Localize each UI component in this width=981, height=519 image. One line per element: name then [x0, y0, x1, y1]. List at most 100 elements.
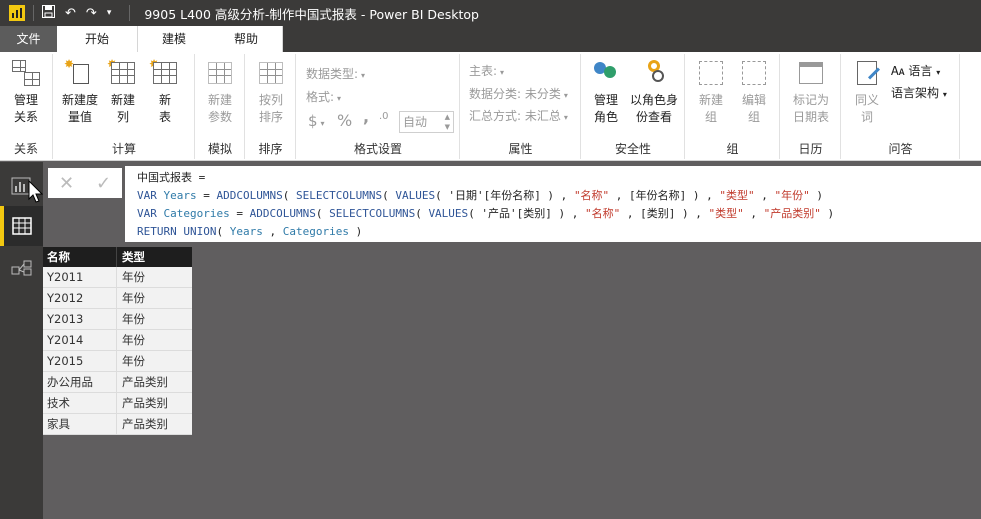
- cell-type[interactable]: 年份: [117, 351, 192, 371]
- chevron-down-icon: ▾: [337, 94, 342, 103]
- home-table-dropdown[interactable]: 主表: ▾: [469, 62, 504, 79]
- group-label: 模拟: [207, 142, 232, 156]
- data-view-button[interactable]: [0, 206, 43, 246]
- cell-type[interactable]: 产品类别: [117, 393, 192, 413]
- comma-button[interactable]: ,: [363, 107, 369, 126]
- table-row[interactable]: 技术 产品类别: [43, 393, 192, 414]
- cell-name[interactable]: 家具: [43, 414, 117, 434]
- chevron-down-icon: ▾: [500, 68, 505, 77]
- data-type-dropdown[interactable]: 数据类型: ▾: [306, 65, 365, 82]
- summarization-label: 汇总方式: 未汇总: [469, 109, 561, 123]
- cell-type[interactable]: 年份: [117, 330, 192, 350]
- new-table-button[interactable]: ✸ 新 表: [144, 58, 186, 126]
- group-relationships: 管理 关系 关系: [0, 54, 53, 159]
- synonyms-icon: [851, 58, 883, 88]
- group-label: 组: [726, 142, 739, 156]
- commit-icon[interactable]: ✓: [96, 173, 111, 194]
- group-calculations: ✸ 新建度 量值 ✸ 新建 列 ✸ 新 表 计算: [54, 54, 195, 159]
- mouse-cursor-icon: [28, 180, 44, 203]
- sort-by-column-button[interactable]: 按列 排序: [250, 58, 292, 126]
- decimal-button[interactable]: .0: [379, 111, 389, 122]
- chevron-down-icon: ▾: [361, 71, 366, 80]
- view-as-roles-button[interactable]: 以角色身 份查看: [627, 58, 681, 126]
- edit-group-button[interactable]: 编辑 组: [733, 58, 775, 126]
- report-view-button[interactable]: [0, 166, 44, 206]
- new-measure-icon: ✸: [64, 58, 96, 88]
- table-row[interactable]: Y2011 年份: [43, 267, 192, 288]
- decimal-places-value: 自动: [403, 115, 428, 129]
- column-header-name[interactable]: 名称: [43, 247, 117, 267]
- table-row[interactable]: Y2013 年份: [43, 309, 192, 330]
- cell-type[interactable]: 产品类别: [117, 414, 192, 434]
- table-row[interactable]: 办公用品 产品类别: [43, 372, 192, 393]
- redo-icon[interactable]: ↷: [86, 6, 97, 21]
- table-row[interactable]: Y2015 年份: [43, 351, 192, 372]
- new-parameter-button[interactable]: 新建 参数: [199, 58, 241, 126]
- new-group-icon: [695, 58, 727, 88]
- currency-icon: $: [308, 112, 318, 130]
- decimal-places-input[interactable]: 自动 ▲ ▼: [399, 111, 454, 133]
- group-qa: 同义 词 🗛 语言 ▾ 语言架构 ▾ 问答: [842, 54, 960, 159]
- data-category-label: 数据分类: 未分类: [469, 87, 561, 101]
- formula-buttons: ✕ ✓: [48, 168, 122, 198]
- group-label: 排序: [258, 142, 283, 156]
- currency-button[interactable]: $ ▾: [308, 112, 325, 130]
- cell-name[interactable]: Y2012: [43, 288, 117, 308]
- table-row[interactable]: 家具 产品类别: [43, 414, 192, 435]
- home-table-label: 主表:: [469, 64, 498, 78]
- cell-name[interactable]: Y2014: [43, 330, 117, 350]
- table-row[interactable]: Y2012 年份: [43, 288, 192, 309]
- cell-type[interactable]: 年份: [117, 267, 192, 287]
- format-dropdown[interactable]: 格式: ▾: [306, 88, 341, 105]
- chevron-down-icon: ▾: [563, 91, 568, 100]
- new-measure-button[interactable]: ✸ 新建度 量值: [58, 58, 102, 126]
- data-view-icon: [12, 217, 32, 235]
- quick-access-dropdown-icon[interactable]: ▾: [107, 8, 112, 18]
- data-category-dropdown[interactable]: 数据分类: 未分类 ▾: [469, 85, 568, 102]
- spinner-icon[interactable]: ▲ ▼: [445, 112, 450, 132]
- summarization-dropdown[interactable]: 汇总方式: 未汇总 ▾: [469, 107, 568, 124]
- language-dropdown[interactable]: 🗛 语言 ▾: [891, 62, 940, 79]
- cell-type[interactable]: 年份: [117, 309, 192, 329]
- table-row[interactable]: Y2014 年份: [43, 330, 192, 351]
- language-schema-dropdown[interactable]: 语言架构 ▾: [891, 84, 947, 101]
- tab-home[interactable]: 开始: [57, 26, 139, 52]
- group-sort: 按列 排序 排序: [246, 54, 296, 159]
- new-group-label: 新建 组: [698, 93, 723, 124]
- tab-help[interactable]: 帮助: [210, 26, 284, 52]
- new-column-button[interactable]: ✸ 新建 列: [102, 58, 144, 126]
- group-label: 关系: [13, 142, 38, 156]
- cell-name[interactable]: Y2015: [43, 351, 117, 371]
- synonyms-button[interactable]: 同义 词: [846, 58, 888, 126]
- edit-group-icon: [738, 58, 770, 88]
- relationship-view-button[interactable]: [0, 248, 43, 288]
- new-measure-label: 新建度 量值: [61, 93, 98, 124]
- tab-modeling[interactable]: 建模: [138, 26, 211, 52]
- cell-type[interactable]: 产品类别: [117, 372, 192, 392]
- manage-roles-button[interactable]: 管理 角色: [585, 58, 627, 126]
- tab-file[interactable]: 文件: [0, 26, 57, 52]
- chevron-down-icon: ▾: [942, 90, 947, 99]
- percent-button[interactable]: %: [337, 111, 352, 130]
- save-icon[interactable]: [42, 4, 55, 22]
- cell-name[interactable]: Y2013: [43, 309, 117, 329]
- column-header-type[interactable]: 类型: [117, 247, 192, 267]
- undo-icon[interactable]: ↶: [65, 6, 76, 21]
- new-group-button[interactable]: 新建 组: [690, 58, 732, 126]
- window-title: 9905 L400 高级分析-制作中国式报表 - Power BI Deskto…: [144, 6, 479, 22]
- cell-type[interactable]: 年份: [117, 288, 192, 308]
- dax-formula-editor[interactable]: 中国式报表 = VAR Years = ADDCOLUMNS( SELECTCOL…: [125, 166, 981, 242]
- cancel-icon[interactable]: ✕: [59, 173, 74, 194]
- dax-line-2: VAR Years = ADDCOLUMNS( SELECTCOLUMNS( V…: [137, 189, 824, 202]
- new-parameter-label: 新建 参数: [207, 93, 232, 124]
- group-groups: 新建 组 编辑 组 组: [686, 54, 780, 159]
- group-calendars: 标记为 日期表 日历: [781, 54, 841, 159]
- group-label: 格式设置: [353, 142, 402, 156]
- manage-relationships-button[interactable]: 管理 关系: [5, 58, 47, 126]
- cell-name[interactable]: 技术: [43, 393, 117, 413]
- cell-name[interactable]: 办公用品: [43, 372, 117, 392]
- view-as-roles-icon: [638, 58, 670, 88]
- chevron-down-icon: ▾: [936, 68, 941, 77]
- mark-as-date-table-button[interactable]: 标记为 日期表: [785, 58, 837, 126]
- cell-name[interactable]: Y2011: [43, 267, 117, 287]
